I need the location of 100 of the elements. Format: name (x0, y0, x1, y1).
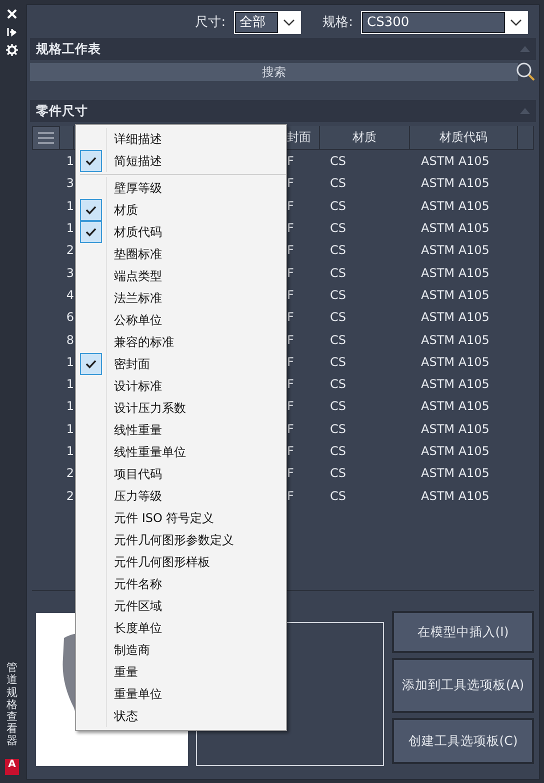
table-cell-text: CS (329, 466, 347, 480)
section-header[interactable]: 零件尺寸 (30, 100, 536, 122)
table-cell-text: 4 (65, 288, 74, 302)
table-cell-text: F (286, 377, 295, 392)
menu-item[interactable]: 项目代码 (76, 463, 286, 485)
palette-title: 管道规格查看器 (6, 662, 18, 747)
menu-item[interactable]: 元件 ISO 符号定义 (76, 507, 286, 529)
menu-item[interactable]: 端点类型 (76, 265, 286, 287)
menu-item[interactable]: 设计压力系数 (76, 397, 286, 419)
menu-item[interactable]: 简短描述 (76, 150, 286, 172)
table-cell-text: F (286, 488, 295, 503)
checkbox[interactable] (80, 199, 102, 221)
table-cell-text: CS (329, 288, 347, 302)
table-cell-text: F (286, 198, 295, 213)
column-menu-button[interactable] (32, 126, 60, 150)
menu-item[interactable]: 元件几何图形样板 (76, 551, 286, 573)
table-cell-text: ASTM A105 (420, 154, 490, 168)
table-cell-text: ASTM A105 (420, 176, 490, 190)
table-cell-text: ASTM A105 (420, 198, 490, 213)
column-header[interactable]: 材质代码 (410, 126, 518, 150)
menu-item[interactable]: 制造商 (76, 639, 286, 661)
table-cell-text: ASTM A105 (420, 488, 490, 503)
table-cell-text: CS (329, 354, 347, 369)
table-cell-text: CS (329, 310, 347, 324)
table-cell-text: CS (329, 422, 347, 436)
table-cell-text: F (286, 332, 295, 347)
action-button[interactable]: 创建工具选项板(C) (392, 718, 534, 764)
menu-item[interactable]: 设计标准 (76, 375, 286, 397)
action-button[interactable]: 添加到工具选项板(A) (392, 658, 534, 713)
menu-item[interactable]: 线性重量 (76, 419, 286, 441)
pin-icon[interactable] (6, 26, 18, 38)
table-cell-text: F (286, 399, 295, 414)
menu-item[interactable]: 法兰标准 (76, 287, 286, 309)
dropdown[interactable]: 全部 (234, 10, 301, 34)
table-cell-text: F (286, 221, 295, 236)
table-cell-text: 1 (65, 354, 74, 369)
menu-item[interactable]: 重量单位 (76, 683, 286, 705)
menu-icon[interactable] (38, 132, 54, 144)
checkbox[interactable] (80, 221, 102, 243)
column-header[interactable]: 材质 (320, 126, 410, 150)
menu-item[interactable]: 长度单位 (76, 617, 286, 639)
table-cell-text: 3 (65, 176, 74, 190)
menu-item[interactable]: 重量 (76, 661, 286, 683)
search-icon[interactable] (516, 62, 536, 82)
close-icon[interactable] (6, 8, 18, 20)
table-cell-text: CS (329, 243, 347, 258)
table-cell-text: 3 (65, 266, 74, 280)
dropdown[interactable]: CS300 (361, 10, 528, 34)
menu-item[interactable]: 材质代码 (76, 221, 286, 243)
table-cell-text: F (286, 266, 295, 280)
table-cell-text: 8 (65, 332, 74, 347)
menu-item[interactable]: 元件几何图形参数定义 (76, 529, 286, 551)
table-cell-text: 2 (65, 488, 74, 503)
table-cell-text: 1 (65, 198, 74, 213)
table-cell-text: CS (329, 332, 347, 347)
filter-label: 规格: (322, 14, 353, 31)
chevron-icon[interactable] (505, 12, 527, 32)
table-cell-text: ASTM A105 (420, 399, 490, 414)
settings-icon[interactable] (6, 44, 18, 56)
table-cell-text: CS (329, 221, 347, 236)
table-cell-text: ASTM A105 (420, 354, 490, 369)
menu-item[interactable]: 元件名称 (76, 573, 286, 595)
menu-item[interactable]: 线性重量单位 (76, 441, 286, 463)
menu-item[interactable]: 垫圈标准 (76, 243, 286, 265)
section-title: 规格工作表 (36, 40, 101, 58)
table-cell-text: 2 (65, 243, 74, 258)
table-cell-text: F (286, 176, 295, 190)
table-cell-text: F (286, 444, 295, 458)
table-cell-text: CS (329, 399, 347, 414)
table-cell-text: F (286, 466, 295, 480)
table-cell-text: CS (329, 488, 347, 503)
menu-item[interactable]: 公称单位 (76, 309, 286, 331)
table-cell-text: 6 (65, 310, 74, 324)
header-cell (518, 126, 534, 150)
checkbox[interactable] (80, 150, 102, 172)
table-cell-text: CS (329, 444, 347, 458)
table-cell-text: 1 (65, 154, 74, 168)
checkbox[interactable] (80, 353, 102, 375)
chevron-icon[interactable] (278, 12, 300, 32)
table-cell-text: 1 (65, 377, 74, 392)
app-logo: A (5, 759, 19, 775)
section-header[interactable]: 规格工作表 (30, 38, 536, 60)
menu-item[interactable]: 元件区域 (76, 595, 286, 617)
menu-item[interactable]: 压力等级 (76, 485, 286, 507)
filter-label: 尺寸: (195, 14, 226, 31)
table-cell-text: ASTM A105 (420, 332, 490, 347)
table-cell-text: ASTM A105 (420, 377, 490, 392)
menu-item[interactable]: 状态 (76, 705, 286, 727)
table-cell-text: F (286, 154, 295, 168)
table-cell-text: ASTM A105 (420, 266, 490, 280)
menu-item[interactable]: 密封面 (76, 353, 286, 375)
header-cell (60, 126, 74, 150)
menu-item[interactable]: 材质 (76, 199, 286, 221)
column-header[interactable]: 封面 (284, 126, 320, 150)
table-cell-text: 1 (65, 221, 74, 236)
action-button[interactable]: 在模型中插入(I) (392, 611, 534, 653)
search-button[interactable]: 搜索 (30, 63, 518, 81)
table-cell-text: CS (329, 266, 347, 280)
table-cell-text: 1 (65, 399, 74, 414)
table-cell-text: ASTM A105 (420, 310, 490, 324)
